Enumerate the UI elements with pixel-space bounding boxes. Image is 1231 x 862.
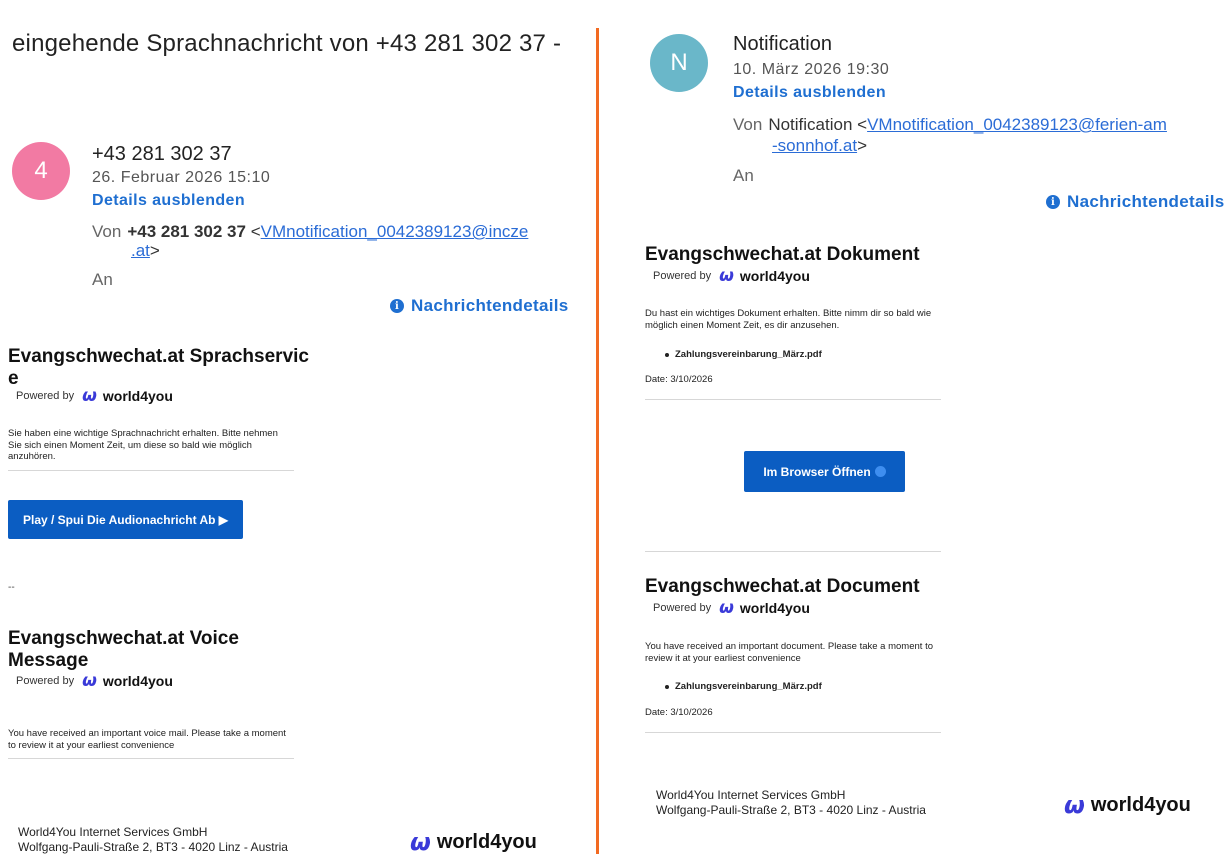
footer-address: Wolfgang-Pauli-Straße 2, BT3 - 4020 Linz… [18,840,288,854]
message-details-label: Nachrichtendetails [1067,192,1225,211]
attachment-name: Zahlungsvereinbarung_März.pdf [675,349,822,360]
from-row: Von +43 281 302 37 <VMnotification_004238… [92,222,529,241]
from-email-link-cont[interactable]: -sonnhof.at [772,136,857,155]
to-row: An [92,269,119,290]
from-email-link[interactable]: VMnotification_0042389123@ferien-am [867,115,1167,134]
to-label: An [92,270,113,289]
section-heading: Evangschwechat.at Voice Message [8,628,239,671]
powered-by: Powered by ω world4you [653,266,810,286]
section-rule [645,732,941,733]
footer-address-block: World4You Internet Services GmbH Wolfgan… [18,825,288,855]
sender-date: 10. März 2026 19:30 [733,61,890,78]
powered-by-label: Powered by [16,675,75,687]
footer-company: World4You Internet Services GmbH [18,825,208,839]
brand-mark-icon: ω [82,671,97,691]
powered-by: Powered by ω world4you [16,671,173,691]
date-line: Date: 3/10/2026 [645,707,713,718]
sender-avatar: N [650,34,708,92]
sender-date: 26. Februar 2026 15:10 [92,169,271,186]
powered-by-label: Powered by [653,602,712,614]
from-row: Von Notification <VMnotification_00423891… [733,115,1167,134]
hide-details-link[interactable]: Details ausblenden [733,84,886,102]
brand-logo: ω world4you [719,598,810,618]
sender-name: Notification [733,33,832,55]
panel-divider [596,28,599,854]
from-email-link-cont[interactable]: .at [131,241,150,260]
to-row: An [733,165,760,186]
to-label: An [733,166,754,185]
body-text: Sie haben eine wichtige Sprachnachricht … [8,428,278,462]
footer-address-block: World4You Internet Services GmbH Wolfgan… [656,788,926,818]
section-heading: Evangschwechat.at Sprachservic e [8,346,309,389]
from-row-cont: .at> [131,241,160,260]
brand-wordmark: world4you [739,600,810,616]
footer-brand-logo: ω world4you [410,828,537,856]
powered-by-label: Powered by [653,270,712,282]
powered-by: Powered by ω world4you [16,386,173,406]
brand-wordmark: world4you [739,268,810,284]
from-name: Notification [768,115,853,134]
brand-mark-icon: ω [1064,791,1085,819]
body-text: You have received an important voice mai… [8,728,286,751]
brand-mark-icon: ω [719,266,734,286]
brand-wordmark: world4you [102,388,173,404]
section-rule [645,551,941,552]
message-details-label: Nachrichtendetails [411,296,569,315]
footer-company: World4You Internet Services GmbH [656,788,846,802]
separator: -- [8,582,15,593]
avatar-letter: N [670,49,688,76]
avatar-letter: 4 [34,157,48,184]
info-icon: i [390,299,404,313]
brand-logo: ω world4you [82,671,173,691]
from-row-cont: -sonnhof.at> [772,136,867,155]
powered-by: Powered by ω world4you [653,598,810,618]
from-name: +43 281 302 37 [127,222,246,241]
hide-details-link[interactable]: Details ausblenden [92,192,245,210]
sender-name: +43 281 302 37 [92,143,232,165]
section-rule [645,399,941,400]
brand-mark-icon: ω [410,828,431,856]
body-text: You have received an important document.… [645,641,933,664]
attachment-name: Zahlungsvereinbarung_März.pdf [675,681,822,692]
brand-logo: ω world4you [719,266,810,286]
message-details-link[interactable]: i Nachrichtendetails [1046,192,1225,212]
section-rule [8,470,294,471]
open-in-browser-label: Im Browser Öffnen [763,464,871,479]
footer-brand-logo: ω world4you [1064,791,1191,819]
play-audio-button[interactable]: Play / Spui Die Audionachricht Ab ▶ [8,500,243,539]
brand-wordmark: world4you [436,830,537,853]
brand-wordmark: world4you [102,673,173,689]
brand-mark-icon: ω [82,386,97,406]
attachment-item[interactable]: Zahlungsvereinbarung_März.pdf [665,681,822,692]
info-icon: i [1046,195,1060,209]
open-in-browser-button[interactable]: Im Browser Öffnen [744,451,905,492]
email-subject: eingehende Sprachnachricht von +43 281 3… [12,30,562,57]
section-heading: Evangschwechat.at Dokument [645,244,920,265]
brand-wordmark: world4you [1090,793,1191,816]
from-label: Von [92,222,122,241]
from-email-link[interactable]: VMnotification_0042389123@incze [261,222,529,241]
body-text: Du hast ein wichtiges Dokument erhalten.… [645,308,932,331]
brand-logo: ω world4you [82,386,173,406]
from-label: Von [733,115,763,134]
sender-avatar: 4 [12,142,70,200]
brand-mark-icon: ω [719,598,734,618]
message-details-link[interactable]: i Nachrichtendetails [390,296,569,316]
powered-by-label: Powered by [16,390,75,402]
date-line: Date: 3/10/2026 [645,374,713,385]
attachment-item[interactable]: Zahlungsvereinbarung_März.pdf [665,349,822,360]
globe-icon [874,466,886,477]
section-rule [8,758,294,759]
footer-address: Wolfgang-Pauli-Straße 2, BT3 - 4020 Linz… [656,803,926,817]
section-heading: Evangschwechat.at Document [645,576,920,597]
